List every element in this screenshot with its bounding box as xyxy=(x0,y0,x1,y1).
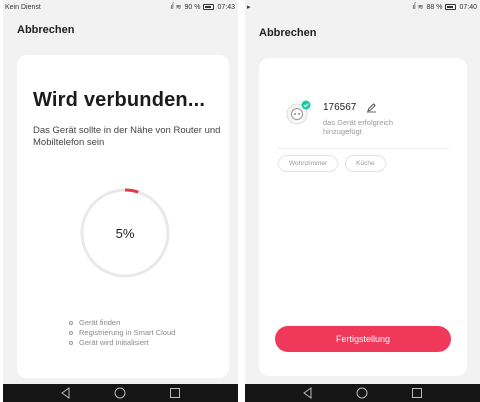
back-icon[interactable] xyxy=(60,387,72,399)
edit-icon[interactable] xyxy=(366,102,377,113)
bullet-icon xyxy=(69,331,73,335)
recents-icon[interactable] xyxy=(169,387,181,399)
time-text: 07:40 xyxy=(459,3,477,11)
cancel-button[interactable]: Abbrechen xyxy=(17,24,74,36)
nav-bar xyxy=(3,384,238,402)
right-phone-screen: ▸ ıĺ ≋ 88 % 07:40 Abbrechen 176567 das G… xyxy=(245,0,480,402)
battery-icon xyxy=(203,4,215,10)
bullet-icon xyxy=(69,341,73,345)
description-text: Das Gerät sollte in der Nähe von Router … xyxy=(33,125,221,148)
device-name: 176567 xyxy=(323,102,357,113)
signal-icon: ıĺ ≋ xyxy=(412,4,424,11)
status-bar: ▸ ıĺ ≋ 88 % 07:40 xyxy=(245,0,480,14)
list-item: Gerät wird initialisiert xyxy=(69,338,175,348)
signal-icon: ıĺ ≋ xyxy=(170,4,182,11)
home-icon[interactable] xyxy=(356,387,368,399)
room-chip-kueche[interactable]: Küche xyxy=(345,155,386,172)
recents-icon[interactable] xyxy=(411,387,423,399)
steps-list: Gerät finden Registrierung in Smart Clou… xyxy=(69,318,175,348)
list-item: Registrierung in Smart Cloud xyxy=(69,328,175,338)
finish-button[interactable]: Fertigstellung xyxy=(275,326,451,352)
nav-bar xyxy=(245,384,480,402)
divider xyxy=(277,148,449,149)
smart-plug-icon xyxy=(286,100,311,125)
list-item: Gerät finden xyxy=(69,318,175,328)
battery-text: 90 % xyxy=(184,3,201,11)
time-text: 07:43 xyxy=(217,3,235,11)
carrier-text: Kein Dienst xyxy=(5,3,41,11)
cancel-button[interactable]: Abbrechen xyxy=(259,27,316,39)
back-icon[interactable] xyxy=(302,387,314,399)
room-chip-wohnzimmer[interactable]: Wohnzimmer xyxy=(278,155,339,172)
progress-label: 5% xyxy=(115,225,135,241)
bullet-icon xyxy=(69,321,73,325)
device-added-card: 176567 das Gerät erfolgreich hinzugefügt… xyxy=(259,58,467,376)
status-bar: Kein Dienst ıĺ ≋ 90 % 07:43 xyxy=(3,0,238,14)
connecting-card: Wird verbunden... Das Gerät sollte in de… xyxy=(17,55,229,378)
play-icon: ▸ xyxy=(247,4,251,11)
left-phone-screen: Kein Dienst ıĺ ≋ 90 % 07:43 Abbrechen Wi… xyxy=(3,0,238,402)
page-title: Wird verbunden... xyxy=(33,89,206,111)
room-chips: Wohnzimmer Küche xyxy=(278,155,386,172)
home-icon[interactable] xyxy=(114,387,126,399)
device-status: das Gerät erfolgreich hinzugefügt xyxy=(323,118,394,136)
battery-text: 88 % xyxy=(426,3,443,11)
battery-icon xyxy=(445,4,457,10)
check-icon xyxy=(301,100,311,110)
